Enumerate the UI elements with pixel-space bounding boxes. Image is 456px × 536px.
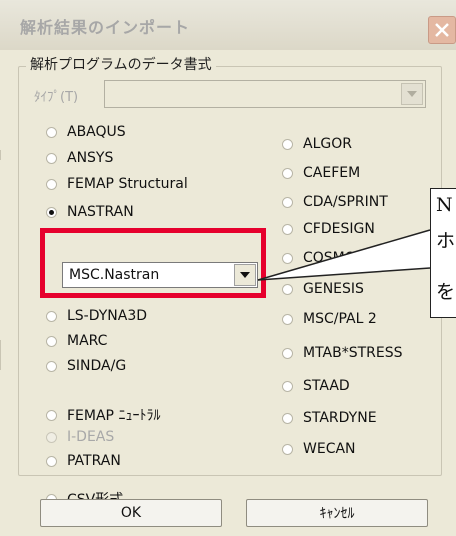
radio-label: CAEFEM <box>303 165 361 181</box>
radio-mtab-stress[interactable]: MTAB*STRESS <box>282 345 403 361</box>
radio-label: SINDA/G <box>67 358 127 374</box>
type-select[interactable] <box>104 80 426 108</box>
radio-label: MARC <box>67 333 108 349</box>
radio-cosmos[interactable]: COSMOS <box>282 250 365 266</box>
radio-label: CFDESIGN <box>303 221 375 237</box>
radio-msc-pal2[interactable]: MSC/PAL 2 <box>282 311 377 327</box>
edge-mark <box>0 340 1 370</box>
radio-patran[interactable]: PATRAN <box>46 453 121 469</box>
radio-circle <box>46 360 57 372</box>
radio-circle <box>46 431 57 443</box>
radio-circle <box>46 206 57 218</box>
edge-mark <box>0 150 1 160</box>
radio-femap-neutral[interactable]: FEMAP ﾆｭｰﾄﾗﾙ <box>46 405 160 425</box>
radio-nastran[interactable]: NASTRAN <box>46 204 134 220</box>
radio-genesis[interactable]: GENESIS <box>282 281 364 297</box>
radio-circle <box>282 380 293 392</box>
type-label: ﾀｲﾌﾟ(T) <box>34 90 79 105</box>
chevron-down-icon <box>407 91 417 97</box>
radio-femap-structural[interactable]: FEMAP Structural <box>46 176 188 192</box>
cancel-button[interactable]: ｷｬﾝｾﾙ <box>246 499 428 527</box>
radio-circle <box>46 178 57 190</box>
callout-line-1: N <box>436 194 453 216</box>
group-title: 解析プログラムのデータ書式 <box>26 54 216 74</box>
radio-ls-dyna3d[interactable]: LS-DYNA3D <box>46 308 147 324</box>
radio-label: FEMAP Structural <box>67 176 188 192</box>
radio-label: STARDYNE <box>303 410 377 426</box>
radio-label: I-DEAS <box>67 429 115 445</box>
radio-cda-sprint[interactable]: CDA/SPRINT <box>282 194 388 210</box>
radio-label: GENESIS <box>303 281 364 297</box>
radio-circle <box>46 335 57 347</box>
radio-circle <box>282 443 293 455</box>
radio-label: ABAQUS <box>67 124 126 140</box>
radio-label: MSC/PAL 2 <box>303 311 377 327</box>
radio-label: WECAN <box>303 441 356 457</box>
radio-label: NASTRAN <box>67 204 134 220</box>
radio-label: MTAB*STRESS <box>303 345 403 361</box>
import-results-dialog: 解析結果のインポート 解析プログラムのデータ書式 ﾀｲﾌﾟ(T) ABAQUS … <box>0 0 456 536</box>
radio-label: CDA/SPRINT <box>303 194 388 210</box>
callout-line-2: ホ <box>436 230 456 252</box>
radio-circle <box>46 126 57 138</box>
radio-label: COSMOS <box>303 250 365 266</box>
radio-stardyne[interactable]: STARDYNE <box>282 410 377 426</box>
radio-circle <box>282 167 293 179</box>
radio-sinda-g[interactable]: SINDA/G <box>46 358 126 374</box>
radio-ansys[interactable]: ANSYS <box>46 150 113 166</box>
window-title: 解析結果のインポート <box>20 18 191 37</box>
radio-circle <box>282 283 293 295</box>
radio-circle <box>46 310 57 322</box>
radio-cfdesign[interactable]: CFDESIGN <box>282 221 375 237</box>
radio-label: LS-DYNA3D <box>67 308 148 324</box>
radio-label: ALGOR <box>303 136 352 152</box>
highlight-frame <box>40 228 266 298</box>
radio-wecan[interactable]: WECAN <box>282 441 356 457</box>
close-icon <box>435 23 449 37</box>
radio-marc[interactable]: MARC <box>46 333 107 349</box>
radio-i-deas: I-DEAS <box>46 429 114 445</box>
radio-label: STAAD <box>303 378 350 394</box>
radio-circle <box>282 138 293 150</box>
radio-circle <box>282 313 293 325</box>
radio-abaqus[interactable]: ABAQUS <box>46 124 126 140</box>
radio-staad[interactable]: STAAD <box>282 378 350 394</box>
radio-circle <box>282 252 293 264</box>
type-dropdown-button[interactable] <box>401 83 423 105</box>
radio-circle <box>46 409 57 421</box>
radio-circle <box>46 152 57 164</box>
radio-circle <box>282 196 293 208</box>
radio-label: PATRAN <box>67 453 121 469</box>
radio-label: FEMAP ﾆｭｰﾄﾗﾙ <box>67 408 161 424</box>
ok-button[interactable]: OK <box>40 499 222 527</box>
radio-circle <box>282 223 293 235</box>
radio-circle <box>282 347 293 359</box>
callout-line-3: を <box>436 281 456 303</box>
close-button[interactable] <box>428 16 456 44</box>
radio-circle <box>282 412 293 424</box>
radio-caefem[interactable]: CAEFEM <box>282 165 360 181</box>
radio-algor[interactable]: ALGOR <box>282 136 352 152</box>
radio-label: ANSYS <box>67 150 114 166</box>
radio-circle <box>46 455 57 467</box>
title-bar: 解析結果のインポート <box>0 0 456 50</box>
